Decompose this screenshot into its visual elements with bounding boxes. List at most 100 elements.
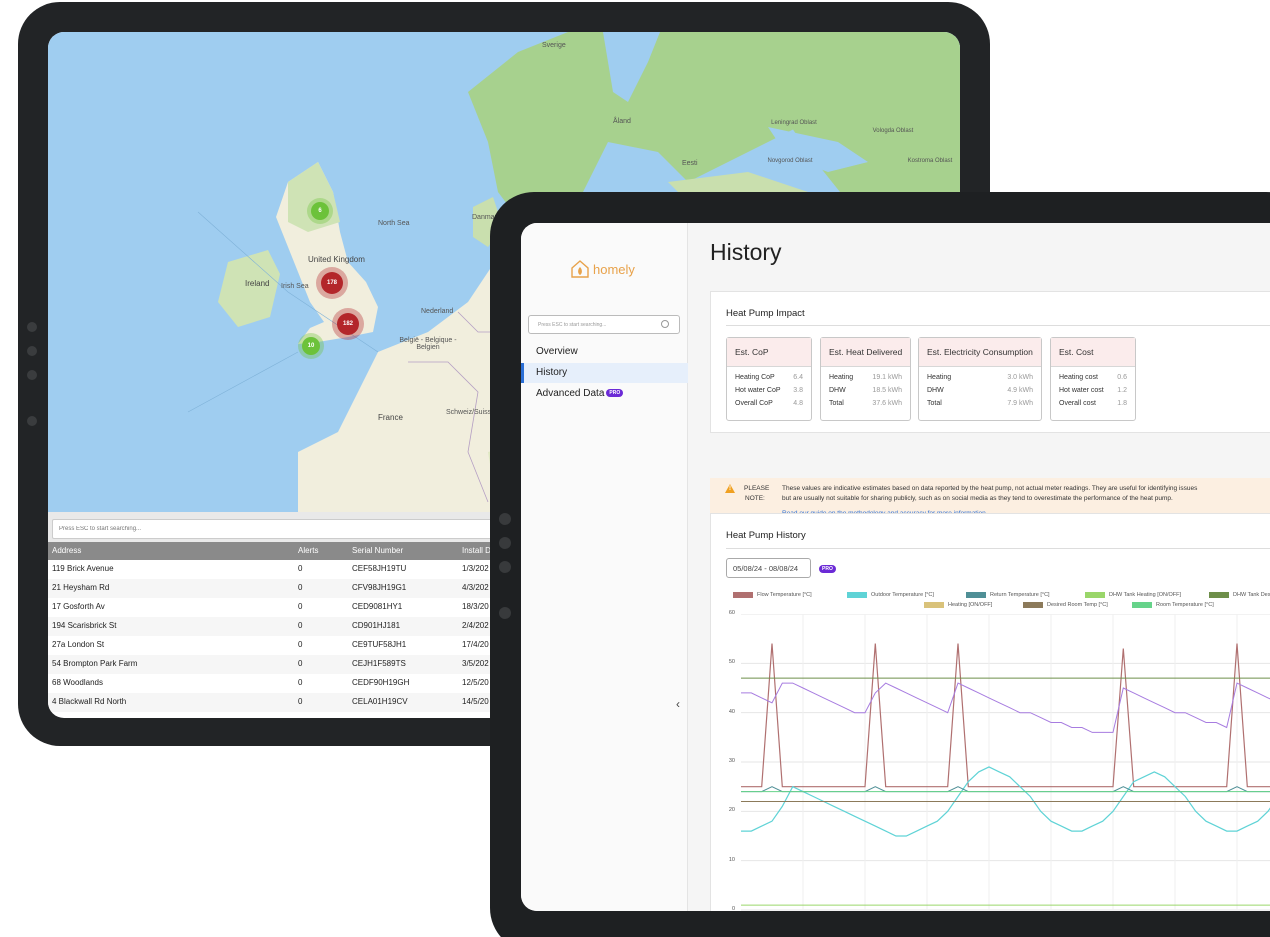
- column-header-install-date[interactable]: Install D: [462, 546, 491, 555]
- column-header-address[interactable]: Address: [52, 546, 81, 555]
- column-header-serial[interactable]: Serial Number: [352, 546, 403, 555]
- legend-item[interactable]: DHW Tank Desired Temp [°C]: [1233, 592, 1270, 598]
- map-label: Vologda Oblast: [872, 128, 914, 134]
- legend-swatch: [1132, 602, 1152, 608]
- map-cluster-marker[interactable]: 178: [321, 272, 343, 294]
- legend-item[interactable]: Outdoor Temperature [°C]: [871, 592, 934, 598]
- nav-item-history[interactable]: History: [521, 363, 688, 383]
- date-range-picker[interactable]: 05/08/24 - 08/08/24: [726, 558, 811, 578]
- metric-label: Hot water cost: [1059, 387, 1104, 394]
- card-title: Heat Pump Impact: [726, 308, 805, 319]
- metric-row: Heating 3.0 kWh: [919, 371, 1041, 384]
- metric-row: Total 7.9 kWh: [919, 397, 1041, 410]
- nav-item-overview[interactable]: Overview: [521, 342, 688, 362]
- search-icon: [661, 320, 669, 328]
- metric-label: Heating CoP: [735, 374, 775, 381]
- metric-label: Hot water CoP: [735, 387, 781, 394]
- marketing-stage: Sverige North Sea United Kingdom Ireland…: [0, 0, 1270, 937]
- metric-value: 1.8: [1117, 400, 1127, 407]
- chart-series-line: [741, 786, 1270, 793]
- legend-swatch: [1023, 602, 1043, 608]
- collapse-sidebar-button[interactable]: ‹: [676, 697, 680, 711]
- y-tick-label: 60: [728, 610, 735, 616]
- tablet-side-button: [499, 561, 511, 573]
- legend-item[interactable]: Room Temperature [°C]: [1156, 602, 1214, 608]
- alerts-cell: 0: [298, 564, 303, 573]
- legend-swatch: [924, 602, 944, 608]
- address-cell: 68 Woodlands: [52, 678, 103, 687]
- brand-logo[interactable]: homely: [570, 259, 635, 279]
- tablet-side-button: [27, 370, 37, 380]
- notice-label: PLEASE: [744, 485, 770, 492]
- legend-item[interactable]: DHW Tank Heating [ON/OFF]: [1109, 592, 1181, 598]
- address-cell: 21 Heysham Rd: [52, 583, 110, 592]
- metric-card-cost: Est. Cost Heating cost 0.6 Hot water cost…: [1050, 337, 1136, 421]
- nav-label: Overview: [536, 346, 578, 357]
- alerts-cell: 0: [298, 678, 303, 687]
- legend-swatch: [1209, 592, 1229, 598]
- map-label: North Sea: [378, 220, 410, 227]
- metric-row: Heating 19.1 kWh: [821, 371, 910, 384]
- sidebar-search-input[interactable]: Press ESC to start searching...: [528, 315, 680, 334]
- metric-label: Heating: [927, 374, 952, 381]
- metric-title: Est. Heat Delivered: [821, 338, 910, 367]
- install-date-cell: 2/4/202: [462, 621, 489, 630]
- map-cluster-marker[interactable]: 6: [311, 202, 329, 220]
- home-leaf-icon: [571, 260, 589, 278]
- page-title: History: [710, 239, 782, 265]
- legend-swatch: [966, 592, 986, 598]
- map-cluster-marker[interactable]: 182: [337, 313, 359, 335]
- y-tick-label: 0: [731, 906, 735, 911]
- address-cell: 4 Blackwall Rd North: [52, 697, 127, 706]
- alerts-cell: 0: [298, 640, 303, 649]
- alerts-cell: 0: [298, 659, 303, 668]
- map-label: United Kingdom: [308, 255, 365, 264]
- metric-row: Heating CoP 6.4: [727, 371, 811, 384]
- map-label: Irish Sea: [281, 283, 309, 290]
- install-date-cell: 12/5/20: [462, 678, 489, 687]
- address-cell: 119 Brick Avenue: [52, 564, 114, 573]
- map-label: Åland: [613, 118, 631, 125]
- serial-cell: CEDF90H19GH: [352, 678, 410, 687]
- legend-item[interactable]: Desired Room Temp [°C]: [1047, 602, 1108, 608]
- metric-card-electricity: Est. Electricity Consumption Heating 3.0 …: [918, 337, 1042, 421]
- front-tablet-screen: homely Press ESC to start searching... O…: [521, 223, 1270, 911]
- divider: [726, 325, 1270, 326]
- metric-title: Est. CoP: [727, 338, 811, 367]
- serial-cell: CED9081HY1: [352, 602, 403, 611]
- y-tick-label: 30: [728, 758, 735, 764]
- metric-label: Overall CoP: [735, 400, 773, 407]
- legend-item[interactable]: Heating [ON/OFF]: [948, 602, 992, 608]
- metric-row: Total 37.6 kWh: [821, 397, 910, 410]
- nav-label: History: [536, 367, 568, 378]
- nav-item-advanced-data[interactable]: Advanced Data PRO: [521, 384, 688, 404]
- metric-value: 3.8: [793, 387, 803, 394]
- metric-value: 7.9 kWh: [1007, 400, 1033, 407]
- metric-card-heat-delivered: Est. Heat Delivered Heating 19.1 kWh DHW 1…: [820, 337, 911, 421]
- install-date-cell: 18/3/20: [462, 602, 489, 611]
- metric-label: Total: [927, 400, 942, 407]
- install-date-cell: 1/3/202: [462, 564, 489, 573]
- metric-row: Hot water cost 1.2: [1051, 384, 1135, 397]
- metric-row: Overall CoP 4.8: [727, 397, 811, 410]
- y-tick-label: 50: [728, 659, 735, 666]
- alerts-cell: 0: [298, 583, 303, 592]
- nav-label: Advanced Data: [536, 388, 605, 399]
- table-search-input[interactable]: [52, 519, 492, 539]
- metric-value: 4.8: [793, 400, 803, 407]
- metric-row: Heating cost 0.6: [1051, 371, 1135, 384]
- map-label: Kostroma Oblast: [907, 158, 953, 164]
- serial-cell: CD901HJ181: [352, 621, 401, 630]
- tablet-side-button: [27, 416, 37, 426]
- tablet-side-button: [499, 607, 511, 619]
- column-header-alerts[interactable]: Alerts: [298, 546, 318, 555]
- legend-item[interactable]: Return Temperature [°C]: [990, 592, 1050, 598]
- legend-item[interactable]: Flow Temperature [°C]: [757, 592, 812, 598]
- pro-badge: PRO: [819, 565, 836, 573]
- map-cluster-marker[interactable]: 10: [302, 337, 320, 355]
- history-line-chart[interactable]: [741, 614, 1270, 911]
- serial-cell: CELA01H19CV: [352, 697, 408, 706]
- map-label: Eesti: [682, 160, 698, 167]
- legend-swatch: [847, 592, 867, 598]
- metric-title: Est. Electricity Consumption: [919, 338, 1041, 367]
